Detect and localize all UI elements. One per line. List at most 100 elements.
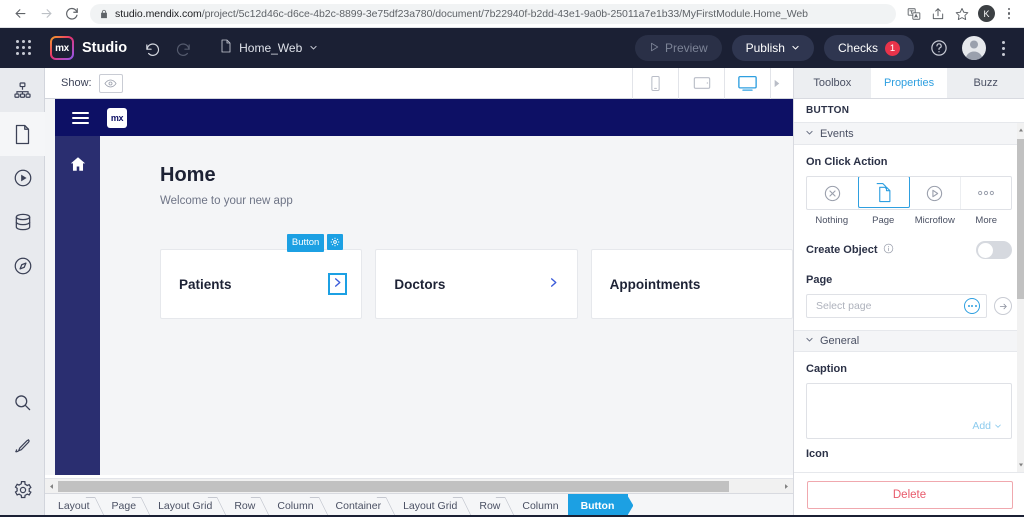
card-appointments[interactable]: Appointments <box>591 249 793 319</box>
caption-input[interactable]: Add <box>806 383 1012 439</box>
card-chevron-button[interactable] <box>330 275 345 293</box>
on-click-action-label: On Click Action <box>806 156 1012 168</box>
hamburger-icon[interactable] <box>72 112 89 124</box>
info-icon[interactable] <box>883 243 894 257</box>
undo-redo-group <box>141 37 194 59</box>
page-header: Home Welcome to your new app <box>100 136 793 207</box>
preview-button[interactable]: Preview <box>635 35 722 61</box>
icon-field-label: Icon <box>806 448 1012 457</box>
chevron-down-icon <box>805 335 814 347</box>
desktop-preview-button[interactable] <box>725 68 770 99</box>
breadcrumb-item-container[interactable]: Container <box>323 494 391 517</box>
section-header-events[interactable]: Events <box>794 123 1024 145</box>
navigation-document-icon[interactable] <box>0 68 45 112</box>
tablet-preview-button[interactable] <box>679 68 724 99</box>
translate-icon[interactable] <box>902 2 926 26</box>
explore-icon[interactable] <box>0 244 45 288</box>
theme-icon[interactable] <box>0 424 45 468</box>
user-avatar-icon[interactable] <box>962 36 986 60</box>
app-grid-icon[interactable] <box>16 40 32 56</box>
ellipsis-circle-icon[interactable] <box>964 298 980 314</box>
scroll-track[interactable] <box>58 479 780 494</box>
action-option-nothing[interactable] <box>807 177 859 209</box>
tab-buzz[interactable]: Buzz <box>947 68 1024 98</box>
breadcrumb-item-page[interactable]: Page <box>99 494 146 517</box>
properties-vertical-scrollbar[interactable] <box>1017 123 1024 472</box>
eye-icon[interactable] <box>99 74 123 93</box>
search-icon[interactable] <box>0 380 45 424</box>
tab-toolbox[interactable]: Toolbox <box>794 68 871 98</box>
phone-preview-button[interactable] <box>633 68 678 99</box>
canvas-toolbar: Show: <box>45 68 793 99</box>
breadcrumb-item-layout[interactable]: Layout <box>45 494 99 517</box>
scroll-thumb[interactable] <box>1017 139 1024 299</box>
breadcrumb-item-button[interactable]: Button <box>568 494 629 517</box>
page-select-placeholder: Select page <box>816 300 871 312</box>
question-circle-icon[interactable] <box>928 37 950 59</box>
caption-add-link[interactable]: Add <box>972 420 1002 432</box>
breadcrumb-item-layout-grid[interactable]: Layout Grid <box>145 494 221 517</box>
card-doctors[interactable]: Doctors <box>375 249 577 319</box>
canvas-horizontal-scrollbar[interactable] <box>45 478 793 493</box>
browser-toolbar: studio.mendix.com/project/5c12d46c-d6ce-… <box>0 0 1024 28</box>
app-preview-topbar: mx <box>55 99 793 136</box>
pages-icon[interactable] <box>0 112 45 156</box>
action-option-more[interactable] <box>961 177 1012 209</box>
kebab-menu-icon[interactable] <box>999 8 1019 20</box>
card-chevron-button[interactable] <box>548 276 559 292</box>
breadcrumb: Layout Page Layout Grid Row Column Conta… <box>45 493 793 517</box>
forward-arrow-icon[interactable] <box>33 1 59 27</box>
studio-window: studio.mendix.com/project/5c12d46c-d6ce-… <box>0 0 1024 517</box>
breadcrumb-item-row-2[interactable]: Row <box>466 494 509 517</box>
card-patients[interactable]: Patients Button <box>160 249 362 319</box>
home-icon[interactable] <box>69 155 87 173</box>
action-option-page[interactable] <box>858 176 911 208</box>
undo-icon[interactable] <box>141 37 163 59</box>
settings-icon[interactable] <box>0 468 45 512</box>
arrow-right-icon[interactable] <box>780 483 793 490</box>
breadcrumb-item-column-2[interactable]: Column <box>509 494 567 517</box>
redo-icon[interactable] <box>172 37 194 59</box>
arrow-right-circle-icon[interactable] <box>994 297 1012 315</box>
tab-properties[interactable]: Properties <box>871 68 948 98</box>
scroll-thumb[interactable] <box>58 481 729 492</box>
publish-label: Publish <box>746 41 785 55</box>
share-icon[interactable] <box>926 2 950 26</box>
play-icon <box>649 41 659 55</box>
arrow-up-icon[interactable] <box>1017 123 1024 137</box>
mendix-logo[interactable]: mx <box>50 36 74 60</box>
gear-icon[interactable] <box>327 234 343 250</box>
action-label-nothing: Nothing <box>806 215 858 226</box>
breadcrumb-item-row[interactable]: Row <box>221 494 264 517</box>
action-option-microflow[interactable] <box>909 177 961 209</box>
publish-button[interactable]: Publish <box>732 35 814 61</box>
events-section-body: On Click Action Nothin <box>794 145 1024 330</box>
domain-model-icon[interactable] <box>0 200 45 244</box>
app-preview-sidebar <box>55 136 100 475</box>
address-bar[interactable]: studio.mendix.com/project/5c12d46c-d6ce-… <box>90 4 896 24</box>
document-name: Home_Web <box>239 41 302 55</box>
star-icon[interactable] <box>950 2 974 26</box>
create-object-label: Create Object <box>806 244 878 256</box>
topbar-overflow-icon[interactable] <box>992 41 1014 56</box>
delete-button[interactable]: Delete <box>807 481 1013 509</box>
action-label-page: Page <box>858 215 910 226</box>
section-header-general[interactable]: General <box>794 330 1024 352</box>
browser-profile-avatar[interactable]: K <box>978 5 995 22</box>
arrow-left-icon[interactable] <box>45 483 58 490</box>
back-arrow-icon[interactable] <box>7 1 33 27</box>
checks-button[interactable]: Checks 1 <box>824 35 914 61</box>
microflows-icon[interactable] <box>0 156 45 200</box>
create-object-toggle[interactable] <box>976 241 1012 259</box>
breadcrumb-item-column[interactable]: Column <box>264 494 322 517</box>
page-title: Home <box>160 164 793 187</box>
action-label-more: More <box>961 215 1013 226</box>
triangle-right-icon[interactable] <box>771 78 782 89</box>
app-logo-text: mx <box>111 113 123 123</box>
reload-icon[interactable] <box>59 1 85 27</box>
breadcrumb-item-layout-grid-2[interactable]: Layout Grid <box>390 494 466 517</box>
arrow-down-icon[interactable] <box>1017 458 1024 472</box>
page-select-input[interactable]: Select page <box>806 294 987 318</box>
logo-text: mx <box>52 38 72 58</box>
document-selector[interactable]: Home_Web <box>220 39 318 58</box>
